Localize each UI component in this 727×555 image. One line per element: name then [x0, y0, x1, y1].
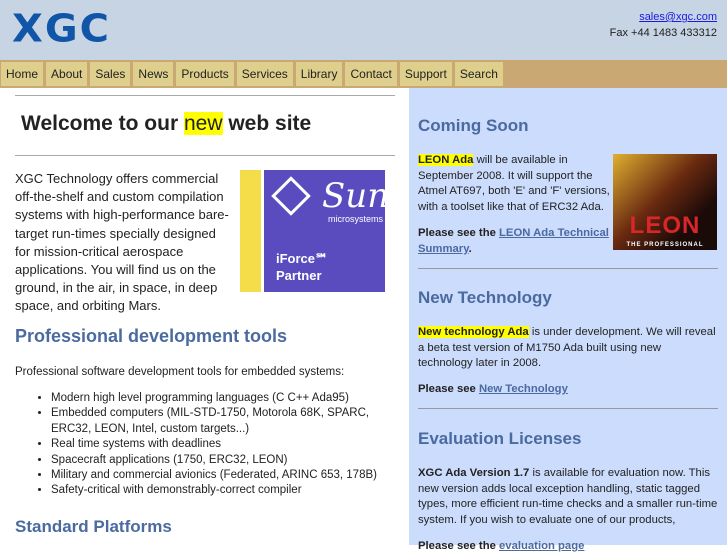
divider	[418, 268, 718, 269]
list-item: Embedded computers (MIL-STD-1750, Motoro…	[51, 406, 381, 437]
sun-iforce-partner-badge[interactable]: Sun microsystems iForce℠ Partner	[240, 170, 389, 292]
nav-support[interactable]: Support	[399, 62, 452, 86]
coming-soon-see: Please see the LEON Ada Technical Summar…	[418, 227, 609, 255]
feature-list: Modern high level programming languages …	[51, 391, 381, 499]
section-heading: Professional development tools	[15, 326, 288, 346]
divider	[15, 95, 395, 96]
list-item: Real time systems with deadlines	[51, 437, 381, 452]
new-technology-text: New technology Ada is under development.…	[418, 326, 716, 370]
list-item: Military and commercial avionics (Federa…	[51, 468, 381, 483]
evaluation-link[interactable]: evaluation page	[499, 540, 584, 552]
evaluation-text: XGC Ada Version 1.7 is available for eva…	[418, 467, 718, 527]
nav-library[interactable]: Library	[295, 62, 343, 86]
main-column: Welcome to our new web site XGC Technolo…	[0, 88, 409, 545]
list-item: Modern high level programming languages …	[51, 391, 381, 406]
coming-soon-text: LEON Ada will be available in September …	[418, 154, 610, 214]
nav-home[interactable]: Home	[1, 62, 44, 86]
sun-logo-icon	[271, 176, 311, 216]
pdt-intro: Professional software development tools …	[15, 366, 345, 378]
fax-number: Fax +44 1483 433312	[609, 27, 717, 39]
list-item: Safety-critical with demonstrably-correc…	[51, 483, 381, 498]
nav-contact[interactable]: Contact	[345, 62, 397, 86]
nav-sales[interactable]: Sales	[90, 62, 131, 86]
leon-poster-image: LEON THE PROFESSIONAL	[613, 154, 717, 250]
divider	[15, 155, 395, 156]
sidebar: Coming Soon LEON Ada will be available i…	[409, 88, 727, 552]
new-technology-link[interactable]: New Technology	[479, 383, 568, 395]
list-item: Spacecraft applications (1750, ERC32, LE…	[51, 453, 381, 468]
evaluation-see: Please see the evaluation page	[418, 540, 585, 552]
nav-services[interactable]: Services	[236, 62, 293, 86]
section-heading: Standard Platforms	[15, 517, 172, 536]
evaluation-heading: Evaluation Licenses	[418, 429, 582, 448]
nav-bar: Home About Sales News Products Services …	[0, 60, 727, 88]
nav-search[interactable]: Search	[454, 62, 503, 86]
nav-products[interactable]: Products	[176, 62, 234, 86]
nav-news[interactable]: News	[133, 62, 174, 86]
header: XGC sales@xgc.com Fax +44 1483 433312	[0, 0, 727, 60]
divider	[418, 408, 718, 409]
nav-about[interactable]: About	[46, 62, 88, 86]
new-technology-heading: New Technology	[418, 288, 552, 307]
new-technology-see: Please see New Technology	[418, 383, 568, 395]
xgc-logo[interactable]: XGC	[12, 7, 111, 51]
contact-info: sales@xgc.com Fax +44 1483 433312	[610, 9, 717, 41]
welcome-heading: Welcome to our new web site	[21, 112, 312, 135]
intro-text: XGC Technology offers commercial off-the…	[15, 171, 229, 314]
coming-soon-heading: Coming Soon	[418, 116, 529, 135]
email-link[interactable]: sales@xgc.com	[639, 11, 717, 23]
